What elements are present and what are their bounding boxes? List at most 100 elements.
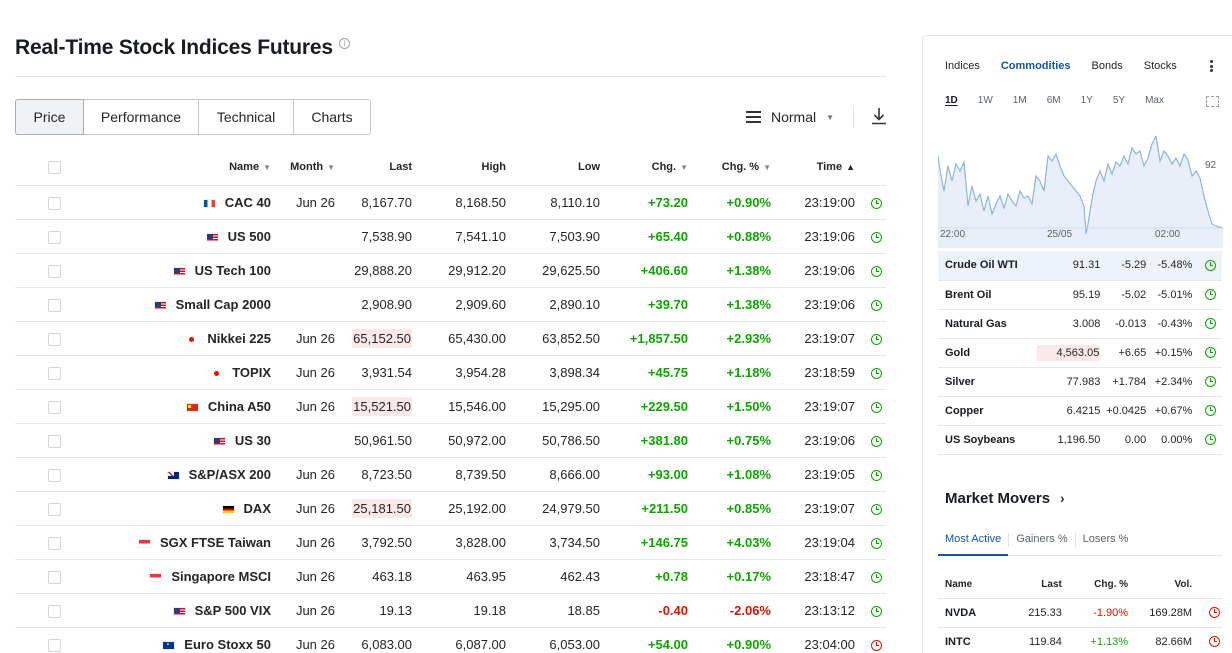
instrument-name[interactable]: S&P 500 VIX (195, 603, 271, 618)
instrument-name[interactable]: DAX (244, 501, 271, 516)
commodity-row[interactable]: Natural Gas 3.008 -0.013 -0.43% (938, 309, 1222, 339)
commodity-name[interactable]: Silver (938, 367, 1037, 397)
row-checkbox[interactable] (48, 570, 61, 584)
range-max[interactable]: Max (1145, 95, 1164, 106)
row-checkbox[interactable] (48, 434, 61, 448)
instrument-name[interactable]: TOPIX (232, 365, 271, 380)
commodity-row[interactable]: Crude Oil WTI 91.31 -5.29 -5.48% (938, 251, 1222, 281)
table-row[interactable]: Small Cap 2000 2,908.90 2,909.60 2,890.10 +3… (15, 287, 886, 322)
commodity-row[interactable]: Silver 77.983 +1.784 +2.34% (938, 367, 1222, 397)
row-checkbox[interactable] (48, 230, 61, 244)
instrument-name-cell[interactable]: US Tech 100 (61, 253, 271, 288)
commodity-row[interactable]: Copper 6.4215 +0.0425 +0.67% (938, 396, 1222, 426)
col-time-header[interactable]: Time ▲ (771, 150, 855, 186)
instrument-name[interactable]: Euro Stoxx 50 (184, 637, 271, 652)
download-icon[interactable] (871, 107, 887, 125)
tab-performance[interactable]: Performance (84, 99, 199, 135)
col-low-header[interactable]: Low (506, 150, 600, 186)
instrument-name[interactable]: China A50 (208, 399, 271, 414)
range-5y[interactable]: 5Y (1113, 95, 1125, 106)
table-row[interactable]: S&P 500 VIX Jun 26 19.13 19.18 18.85 -0.40 -2.… (15, 593, 886, 628)
more-options-icon[interactable] (1210, 60, 1213, 72)
commodity-name[interactable]: Natural Gas (938, 309, 1037, 339)
commodity-name[interactable]: Copper (938, 396, 1037, 426)
instrument-name-cell[interactable]: S&P/ASX 200 (61, 457, 271, 492)
expand-chart-icon[interactable] (1206, 96, 1219, 107)
table-row[interactable]: TOPIX Jun 26 3,931.54 3,954.28 3,898.34 +45.7… (15, 355, 886, 390)
instrument-name[interactable]: Small Cap 2000 (176, 297, 271, 312)
instrument-name-cell[interactable]: Singapore MSCI (61, 559, 271, 594)
instrument-name[interactable]: CAC 40 (225, 195, 271, 210)
col-name-header[interactable]: Name ▼ (61, 150, 271, 186)
instrument-name[interactable]: US 500 (228, 229, 271, 244)
commodity-name[interactable]: Crude Oil WTI (938, 251, 1037, 281)
instrument-name-cell[interactable]: Euro Stoxx 50 (61, 627, 271, 653)
range-1w[interactable]: 1W (978, 95, 993, 106)
commodity-row[interactable]: Gold 4,563.05 +6.65 +0.15% (938, 338, 1222, 368)
table-row[interactable]: China A50 Jun 26 15,521.50 15,546.00 15,295.… (15, 389, 886, 424)
col-last-header[interactable]: Last (335, 150, 412, 186)
tab-most-active[interactable]: Most Active (938, 530, 1009, 556)
instrument-name-cell[interactable]: S&P 500 VIX (61, 593, 271, 628)
mover-symbol[interactable]: INTC (938, 627, 1013, 653)
instrument-name-cell[interactable]: CAC 40 (61, 185, 271, 220)
tab-technical[interactable]: Technical (199, 99, 294, 135)
tab-stocks[interactable]: Stocks (1144, 60, 1177, 72)
commodity-row[interactable]: US Soybeans 1,196.50 0.00 0.00% (938, 425, 1222, 455)
row-checkbox[interactable] (48, 638, 61, 652)
table-row[interactable]: Singapore MSCI Jun 26 463.18 463.95 462.43 +0… (15, 559, 886, 594)
commodity-row[interactable]: Brent Oil 95.19 -5.02 -5.01% (938, 280, 1222, 310)
tab-gainers[interactable]: Gainers % (1009, 530, 1074, 556)
tab-commodities[interactable]: Commodities (1001, 60, 1071, 72)
commodity-name[interactable]: Brent Oil (938, 280, 1037, 310)
info-icon[interactable]: i (338, 38, 350, 49)
table-row[interactable]: DAX Jun 26 25,181.50 25,192.00 24,979.50 +211… (15, 491, 886, 526)
table-row[interactable]: Euro Stoxx 50 Jun 26 6,083.00 6,087.00 6,053… (15, 627, 886, 653)
row-checkbox[interactable] (48, 400, 61, 414)
instrument-name[interactable]: US Tech 100 (195, 263, 271, 278)
instrument-name-cell[interactable]: DAX (61, 491, 271, 526)
table-row[interactable]: S&P/ASX 200 Jun 26 8,723.50 8,739.50 8,666.0… (15, 457, 886, 492)
row-checkbox[interactable] (48, 536, 61, 550)
commodity-name[interactable]: US Soybeans (938, 425, 1037, 455)
range-6m[interactable]: 6M (1047, 95, 1061, 106)
instrument-name-cell[interactable]: Small Cap 2000 (61, 287, 271, 322)
instrument-name-cell[interactable]: TOPIX (61, 355, 271, 390)
table-row[interactable]: US 30 50,961.50 50,972.00 50,786.50 +381.80 +… (15, 423, 886, 458)
instrument-name-cell[interactable]: Nikkei 225 (61, 321, 271, 356)
row-checkbox[interactable] (48, 196, 61, 210)
table-row[interactable]: Nikkei 225 Jun 26 65,152.50 65,430.00 63,852… (15, 321, 886, 356)
range-1m[interactable]: 1M (1013, 95, 1027, 106)
instrument-name[interactable]: SGX FTSE Taiwan (160, 535, 271, 550)
row-checkbox[interactable] (48, 332, 61, 346)
view-mode-select[interactable]: Normal ▼ (746, 107, 834, 127)
mover-row[interactable]: INTC 119.84 +1.13% 82.66M (938, 627, 1222, 653)
select-all-checkbox[interactable] (48, 160, 61, 174)
market-movers-link[interactable]: Market Movers › (945, 490, 1065, 507)
col-chg-pct-header[interactable]: Chg. % ▼ (688, 150, 771, 186)
row-checkbox[interactable] (48, 298, 61, 312)
mover-row[interactable]: NVDA 215.33 -1.90% 169.28M (938, 598, 1222, 628)
instrument-name-cell[interactable]: US 500 (61, 219, 271, 254)
tab-charts[interactable]: Charts (294, 99, 371, 135)
col-chg-header[interactable]: Chg. ▼ (600, 150, 688, 186)
instrument-name[interactable]: US 30 (235, 433, 271, 448)
tab-price[interactable]: Price (15, 99, 84, 135)
mover-symbol[interactable]: NVDA (938, 598, 1013, 628)
instrument-name-cell[interactable]: China A50 (61, 389, 271, 424)
col-month-header[interactable]: Month ▼ (271, 150, 335, 186)
tab-indices[interactable]: Indices (945, 60, 980, 72)
instrument-name-cell[interactable]: SGX FTSE Taiwan (61, 525, 271, 560)
table-row[interactable]: US 500 7,538.90 7,541.10 7,503.90 +65.40 +0.8… (15, 219, 886, 254)
tab-losers[interactable]: Losers % (1076, 530, 1136, 556)
table-row[interactable]: US Tech 100 29,888.20 29,912.20 29,625.50 +4… (15, 253, 886, 288)
col-high-header[interactable]: High (412, 150, 506, 186)
range-1y[interactable]: 1Y (1081, 95, 1093, 106)
table-row[interactable]: CAC 40 Jun 26 8,167.70 8,168.50 8,110.10 +73.… (15, 185, 886, 220)
commodity-name[interactable]: Gold (938, 338, 1037, 368)
table-row[interactable]: SGX FTSE Taiwan Jun 26 3,792.50 3,828.00 3,7… (15, 525, 886, 560)
instrument-name-cell[interactable]: US 30 (61, 423, 271, 458)
row-checkbox[interactable] (48, 264, 61, 278)
row-checkbox[interactable] (48, 366, 61, 380)
instrument-name[interactable]: Singapore MSCI (171, 569, 271, 584)
